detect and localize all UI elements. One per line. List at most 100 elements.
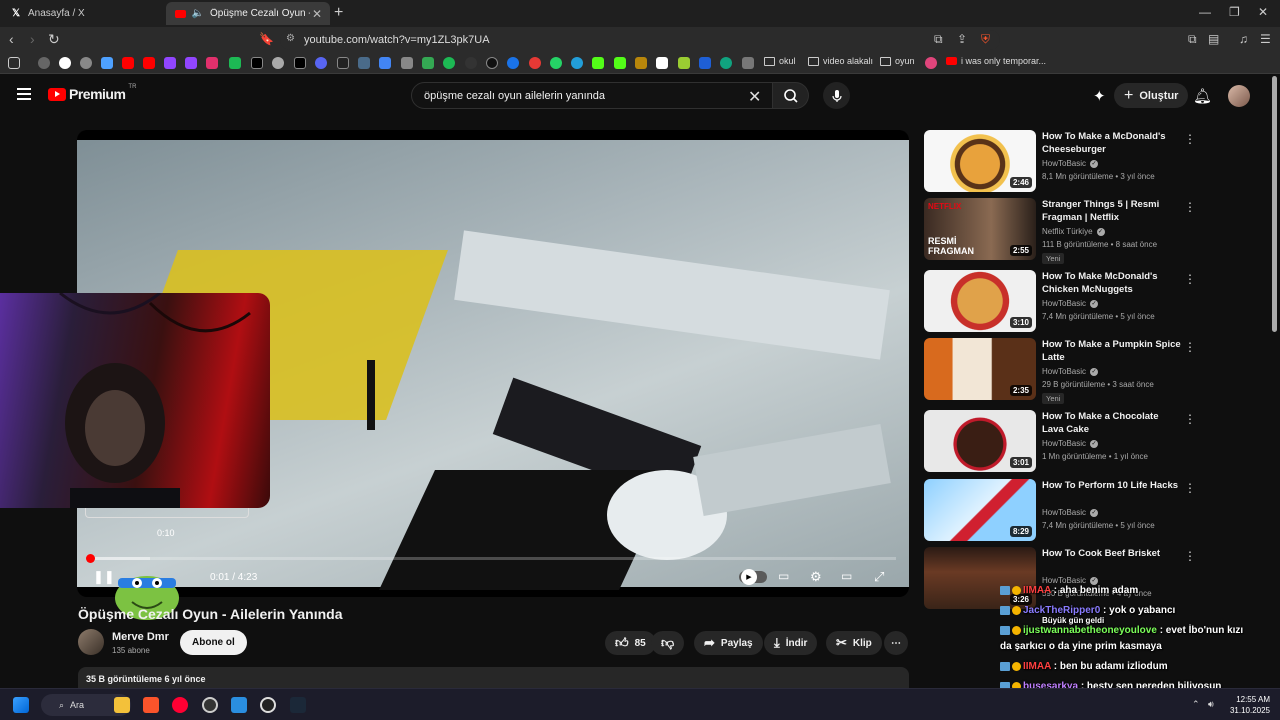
bookmark-icon[interactable] bbox=[925, 57, 937, 69]
close-tab-icon[interactable]: ✕ bbox=[312, 7, 322, 21]
bookmark-icon[interactable] bbox=[635, 57, 647, 69]
recommendation-channel[interactable]: HowToBasic ✓ bbox=[1042, 439, 1099, 448]
more-vertical-icon[interactable]: ⋮ bbox=[1184, 549, 1196, 563]
telegram-icon[interactable] bbox=[571, 57, 583, 69]
recommendation-item[interactable]: NETFLIX RESMİ FRAGMAN 2:55 Stranger Things … bbox=[924, 198, 1196, 264]
account-avatar[interactable] bbox=[1228, 85, 1250, 107]
speaker-icon[interactable]: 🔈 bbox=[192, 8, 204, 20]
video-thumbnail[interactable]: 3:01 bbox=[924, 410, 1036, 472]
recommendation-item[interactable]: 3:01 How To Make a Chocolate Lava Cake How… bbox=[924, 410, 1196, 474]
tab-x[interactable]: 𝕏 Anasayfa / X bbox=[2, 2, 166, 25]
recommendation-item[interactable]: 2:46 How To Make a McDonald's Cheeseburge… bbox=[924, 130, 1196, 194]
tray-overflow-icon[interactable]: ⌃ bbox=[1192, 699, 1200, 710]
video-thumbnail[interactable]: 2:46 bbox=[924, 130, 1036, 192]
brave-shield-icon[interactable]: ⛨ bbox=[981, 32, 990, 47]
clear-search-icon[interactable]: ✕ bbox=[748, 87, 761, 107]
bookmark-icon[interactable] bbox=[656, 57, 668, 69]
twitch-icon[interactable] bbox=[164, 57, 176, 69]
recommendation-title[interactable]: How To Cook Beef Brisket bbox=[1042, 547, 1182, 560]
theater-mode-icon[interactable]: ▭ bbox=[841, 569, 852, 583]
more-vertical-icon[interactable]: ⋮ bbox=[1184, 132, 1196, 146]
download-button[interactable]: ⤓ İndir bbox=[764, 631, 818, 655]
clip-button[interactable]: ✂ Klip bbox=[826, 631, 882, 655]
kick-icon[interactable] bbox=[592, 57, 604, 69]
recommendation-channel[interactable]: HowToBasic ✓ bbox=[1042, 299, 1099, 308]
x-bookmark-icon[interactable] bbox=[251, 57, 263, 69]
media-icon[interactable]: ♫ bbox=[1239, 32, 1248, 46]
reload-icon[interactable]: ↻ bbox=[48, 31, 60, 48]
kick-icon[interactable] bbox=[614, 57, 626, 69]
tab-youtube[interactable]: 🔈 Öpüşme Cezalı Oyun - Ailelerin ✕ bbox=[166, 2, 330, 25]
bookmark-icon[interactable] bbox=[529, 57, 541, 69]
sidebar-icon[interactable]: ▤ bbox=[1208, 32, 1219, 46]
video-thumbnail[interactable]: 8:29 bbox=[924, 479, 1036, 541]
page-scrollbar[interactable] bbox=[1272, 76, 1277, 332]
minimize-icon[interactable]: — bbox=[1199, 5, 1211, 19]
forward-icon[interactable]: › bbox=[30, 31, 35, 47]
twitch-icon[interactable] bbox=[185, 57, 197, 69]
discord-icon[interactable] bbox=[315, 57, 327, 69]
bookmark-icon[interactable] bbox=[401, 57, 413, 69]
bookmark-icon[interactable] bbox=[358, 57, 370, 69]
search-button[interactable] bbox=[773, 82, 809, 109]
more-vertical-icon[interactable]: ⋮ bbox=[1184, 481, 1196, 495]
gemini-icon[interactable] bbox=[101, 57, 113, 69]
recommendation-title[interactable]: How To Make a Chocolate Lava Cake bbox=[1042, 410, 1182, 436]
subtitles-icon[interactable]: ▭ bbox=[778, 569, 789, 583]
recommendation-channel[interactable]: HowToBasic ✓ bbox=[1042, 367, 1099, 376]
more-vertical-icon[interactable]: ⋮ bbox=[1184, 272, 1196, 286]
more-vertical-icon[interactable]: ⋮ bbox=[1184, 340, 1196, 354]
capcut-icon[interactable] bbox=[337, 57, 349, 69]
subscribe-button[interactable]: Abone ol bbox=[180, 630, 247, 655]
like-button[interactable]: 👍︎ 85 bbox=[605, 631, 656, 655]
video-thumbnail[interactable]: NETFLIX RESMİ FRAGMAN 2:55 bbox=[924, 198, 1036, 260]
file-explorer-icon[interactable] bbox=[114, 697, 130, 713]
bookmark-icon[interactable] bbox=[678, 57, 690, 69]
sparkle-icon[interactable]: ✦ bbox=[1093, 87, 1106, 105]
link-icon[interactable] bbox=[272, 57, 284, 69]
voice-search-button[interactable] bbox=[823, 82, 850, 109]
bookmark-icon[interactable] bbox=[699, 57, 711, 69]
bookmark-icon[interactable] bbox=[507, 57, 519, 69]
bookmark-youtube-video[interactable]: i was only temporar... bbox=[946, 56, 1046, 66]
youtube-bookmark-icon[interactable] bbox=[143, 57, 155, 69]
extensions-icon[interactable]: ⧉ bbox=[1188, 32, 1197, 47]
kick-icon[interactable] bbox=[229, 57, 241, 69]
youtube-logo[interactable]: Premium TR bbox=[48, 84, 136, 102]
brave-browser-icon[interactable] bbox=[143, 697, 159, 713]
system-clock[interactable]: 12:55 AM 31.10.2025 bbox=[1226, 694, 1270, 716]
search-input[interactable]: öpüşme cezalı oyun ailelerin yanında bbox=[411, 82, 773, 109]
share-icon[interactable]: ⇪ bbox=[957, 32, 967, 46]
youtube-bookmark-icon[interactable] bbox=[122, 57, 134, 69]
recommendation-item[interactable]: 8:29 How To Perform 10 Life Hacks HowToBas… bbox=[924, 479, 1196, 543]
recommendation-item[interactable]: 3:10 How To Make McDonald's Chicken McNug… bbox=[924, 270, 1196, 334]
tiktok-icon[interactable] bbox=[294, 57, 306, 69]
bookmark-icon[interactable] bbox=[742, 57, 754, 69]
bookmark-folder-oyun[interactable]: oyun bbox=[880, 56, 915, 66]
video-thumbnail[interactable]: 2:35 bbox=[924, 338, 1036, 400]
more-vertical-icon[interactable]: ⋮ bbox=[1184, 412, 1196, 426]
history-icon[interactable] bbox=[38, 57, 50, 69]
scrubber-handle[interactable] bbox=[86, 554, 95, 563]
steam-icon[interactable] bbox=[290, 697, 306, 713]
more-vertical-icon[interactable]: ⋮ bbox=[1184, 200, 1196, 214]
video-thumbnail[interactable]: 3:10 bbox=[924, 270, 1036, 332]
bookmark-folder-okul[interactable]: okul bbox=[764, 56, 796, 66]
channel-name[interactable]: Merve Dmr bbox=[112, 631, 169, 643]
windows-start-icon[interactable] bbox=[13, 697, 29, 713]
settings-gear-icon[interactable]: ⚙ bbox=[810, 569, 822, 585]
chatgpt-icon[interactable] bbox=[720, 57, 732, 69]
notifications-bell-icon[interactable]: 🔔︎ bbox=[1193, 87, 1212, 105]
back-icon[interactable]: ‹ bbox=[9, 31, 14, 47]
share-button[interactable]: ➦ Paylaş bbox=[694, 631, 763, 655]
drive-icon[interactable] bbox=[422, 57, 434, 69]
open-in-app-icon[interactable]: ⧉ bbox=[934, 32, 943, 47]
fullscreen-icon[interactable]: ⤢ bbox=[874, 569, 884, 585]
apps-grid-icon[interactable] bbox=[8, 57, 20, 69]
recommendation-title[interactable]: How To Make McDonald's Chicken McNuggets bbox=[1042, 270, 1182, 296]
menu-icon[interactable] bbox=[17, 88, 31, 100]
github-icon[interactable] bbox=[486, 57, 498, 69]
bookmark-folder-video[interactable]: video alakalı bbox=[808, 56, 873, 66]
channel-avatar[interactable] bbox=[78, 629, 104, 655]
recommendation-channel[interactable]: Netflix Türkiye ✓ bbox=[1042, 227, 1105, 236]
